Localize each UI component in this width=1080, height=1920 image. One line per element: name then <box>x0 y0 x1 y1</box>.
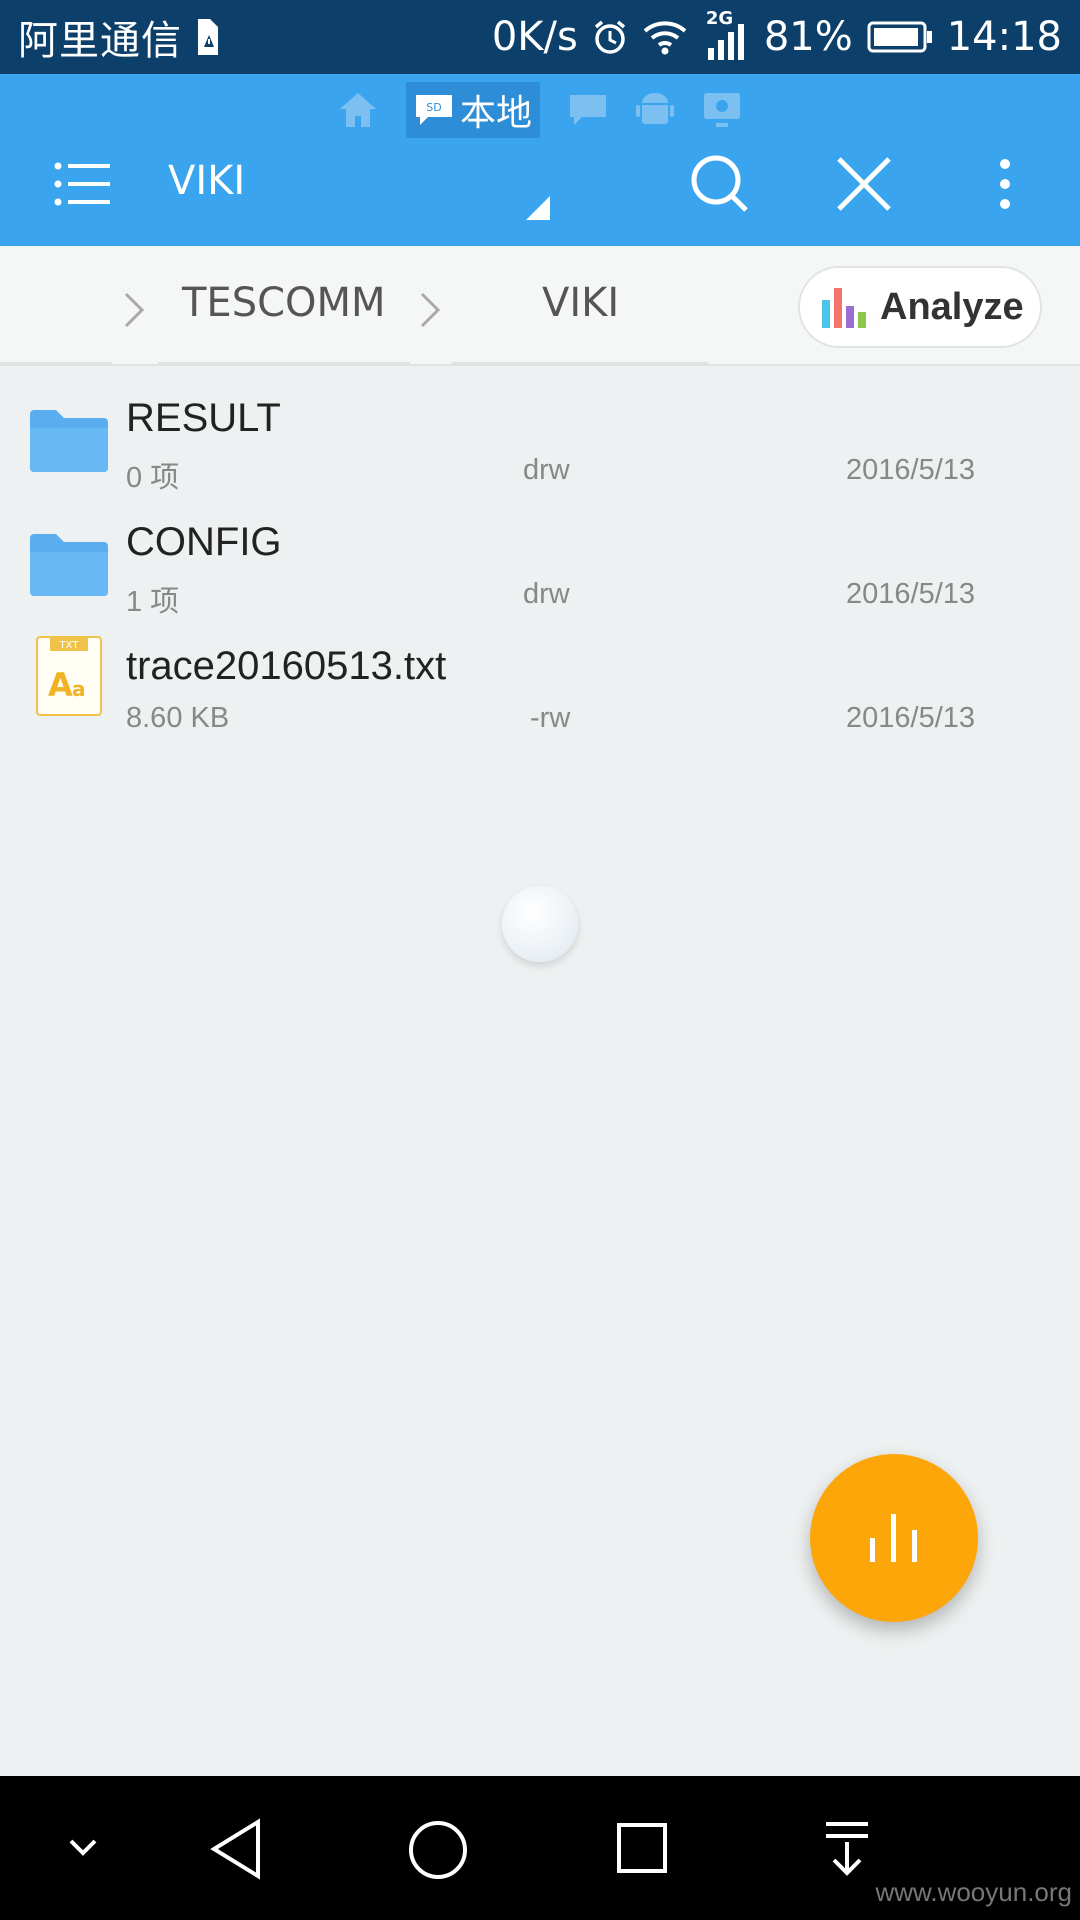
bar-chart-icon <box>822 288 866 328</box>
svg-text:SD: SD <box>426 101 441 114</box>
title-dropdown-triangle[interactable] <box>526 196 550 220</box>
back-icon[interactable] <box>208 1818 264 1880</box>
breadcrumb: TESCOMM VIKI Analyze <box>0 246 1080 366</box>
svg-text:a: a <box>72 677 86 701</box>
signal-icon: 2G <box>702 8 750 62</box>
breadcrumb-divider <box>452 362 708 364</box>
txt-icon-label: TXT <box>59 640 80 651</box>
network-tab[interactable] <box>702 91 742 129</box>
breadcrumb-divider <box>158 362 410 364</box>
search-button[interactable] <box>690 154 750 218</box>
alarm-icon <box>592 19 628 55</box>
file-size: 8.60 KB <box>126 702 230 734</box>
list-menu-icon <box>54 162 110 206</box>
page-title[interactable]: VIKI <box>168 158 245 204</box>
more-vertical-icon <box>1000 159 1010 209</box>
file-name: trace20160513.txt <box>126 644 447 688</box>
breadcrumb-item-viki[interactable]: VIKI <box>542 280 619 326</box>
wifi-icon <box>642 19 688 55</box>
file-info: 1 项 <box>126 586 180 618</box>
home-icon <box>339 93 376 127</box>
file-permission: -rw <box>530 702 571 734</box>
analyze-fab-button[interactable] <box>810 1454 978 1622</box>
android-icon <box>636 93 674 124</box>
battery-percent-label: 81% <box>763 14 853 60</box>
search-icon <box>691 155 748 212</box>
file-row-config[interactable]: CONFIG 1 项 drw 2016/5/13 <box>0 506 1080 630</box>
file-row-trace[interactable]: TXT A a trace20160513.txt 8.60 KB -rw 20… <box>0 630 1080 754</box>
sim-card-icon <box>194 17 220 57</box>
app-tab[interactable] <box>636 91 674 129</box>
file-name: RESULT <box>126 396 281 440</box>
file-permission: drw <box>523 454 570 486</box>
txt-file-icon: TXT A a <box>36 636 102 716</box>
navigation-bar: www.wooyun.org <box>0 1776 1080 1920</box>
sd-tab[interactable] <box>568 93 608 127</box>
clock-label: 14:18 <box>946 14 1062 60</box>
home-circle-icon[interactable] <box>408 1820 468 1880</box>
loading-indicator <box>502 886 578 962</box>
analyze-label: Analyze <box>880 285 1024 328</box>
file-date: 2016/5/13 <box>846 702 976 734</box>
file-info: 0 项 <box>126 462 180 494</box>
notification-pull-down-icon[interactable] <box>822 1820 872 1876</box>
chevron-right-icon <box>124 292 145 328</box>
watermark: www.wooyun.org <box>875 1877 1072 1907</box>
network-share-icon <box>704 93 740 127</box>
status-bar: 阿里通信 0K/s 2G 81% 14:18 <box>0 0 1080 74</box>
app-bar: SD 本地 VIKI <box>0 74 1080 246</box>
file-date: 2016/5/13 <box>846 454 976 486</box>
sd-card-icon: SD <box>415 95 452 125</box>
menu-button[interactable] <box>54 160 112 212</box>
svg-text:A: A <box>48 666 73 704</box>
carrier-label: 阿里通信 <box>18 18 182 64</box>
file-permission: drw <box>523 578 570 610</box>
file-date: 2016/5/13 <box>846 578 976 610</box>
close-icon <box>837 157 891 211</box>
more-options-button[interactable] <box>998 158 1012 214</box>
sd-card-icon <box>570 95 606 125</box>
breadcrumb-divider <box>0 362 112 364</box>
folder-icon <box>30 534 108 596</box>
battery-icon <box>867 21 933 53</box>
close-button[interactable] <box>836 156 892 216</box>
bar-chart-icon <box>870 1514 917 1562</box>
local-storage-tab[interactable]: SD 本地 <box>405 82 540 138</box>
local-storage-label: 本地 <box>459 93 532 134</box>
chevron-down-icon[interactable] <box>68 1838 98 1858</box>
recent-apps-icon[interactable] <box>616 1822 668 1874</box>
location-tabs: SD 本地 <box>0 82 1080 138</box>
analyze-button[interactable]: Analyze <box>798 266 1042 348</box>
home-tab[interactable] <box>338 91 378 129</box>
file-row-result[interactable]: RESULT 0 项 drw 2016/5/13 <box>0 382 1080 506</box>
chevron-right-icon <box>420 292 441 328</box>
folder-icon <box>30 410 108 472</box>
file-name: CONFIG <box>126 520 282 564</box>
net-speed-label: 0K/s <box>491 14 578 60</box>
breadcrumb-item-tescomm[interactable]: TESCOMM <box>182 280 386 326</box>
